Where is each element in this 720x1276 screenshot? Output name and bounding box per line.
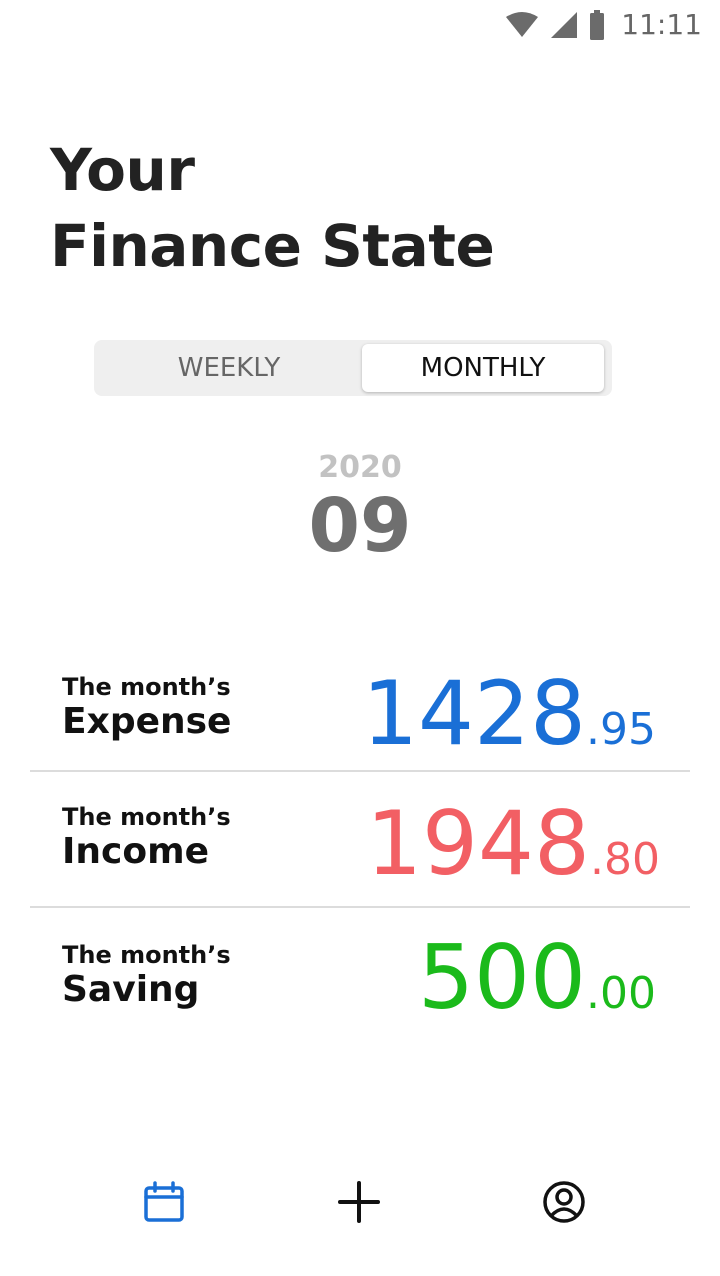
plus-icon [338,1181,380,1223]
wifi-icon [506,11,539,37]
period-toggle: WEEKLY MONTHLY [94,340,612,396]
period-year: 2020 [318,450,402,485]
weekly-tab[interactable]: WEEKLY [98,344,360,392]
income-amount-decimal: .80 [590,834,660,885]
divider [30,906,690,908]
account-icon [543,1181,585,1223]
expense-amount-integer: 1428 [362,662,587,765]
battery-icon [590,9,605,40]
income-label: The month’s Income [62,802,231,872]
saving-amount: 500.00 [418,926,656,1029]
title-line-1: Your [50,136,195,204]
saving-row: The month’s Saving 500.00 [30,926,690,1072]
income-caption: The month’s [62,803,231,831]
expense-title: Expense [62,701,232,742]
expense-row: The month’s Expense 1428.95 [30,662,690,804]
income-amount: 1948.80 [366,792,660,895]
period-month[interactable]: 09 [0,484,720,568]
saving-amount-integer: 500 [418,926,587,1029]
status-icons: 11:11 [505,8,702,41]
status-bar: 11:11 [0,0,720,48]
expense-amount-decimal: .95 [586,704,656,755]
saving-amount-decimal: .00 [586,968,656,1019]
expense-caption: The month’s [62,673,231,701]
title-line-2: Finance State [50,212,495,280]
cell-signal-icon [551,11,578,38]
income-amount-integer: 1948 [366,792,591,895]
bottom-navigation [0,1170,720,1234]
divider [30,770,690,772]
saving-title: Saving [62,969,200,1010]
expense-amount: 1428.95 [362,662,656,765]
income-row: The month’s Income 1948.80 [30,792,690,934]
calendar-icon [144,1181,184,1222]
nav-calendar-button[interactable] [132,1170,196,1234]
saving-label: The month’s Saving [62,940,231,1010]
page-title: Your Finance State [50,132,495,284]
nav-add-button[interactable] [327,1170,391,1234]
nav-account-button[interactable] [532,1170,596,1234]
saving-caption: The month’s [62,941,231,969]
monthly-tab[interactable]: MONTHLY [362,344,604,392]
expense-label: The month’s Expense [62,672,231,742]
status-time: 11:11 [621,8,702,41]
income-title: Income [62,831,210,872]
